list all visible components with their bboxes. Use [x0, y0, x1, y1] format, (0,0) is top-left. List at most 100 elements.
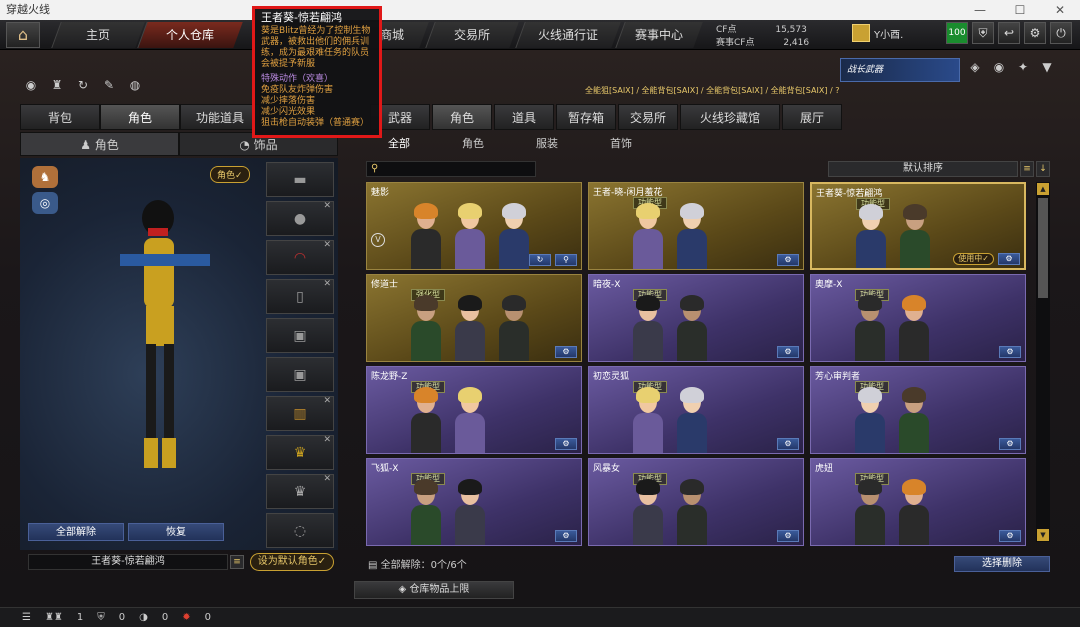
remove-icon[interactable]: ✕ [323, 395, 331, 407]
filter-role[interactable]: 角色 [436, 134, 510, 154]
settings-icon[interactable]: ⚙ [777, 438, 799, 450]
level-badge[interactable]: 100 [946, 22, 968, 44]
remove-icon[interactable]: ✕ [323, 434, 331, 446]
tab-storage[interactable]: 暂存箱 [556, 104, 616, 130]
refresh-icon[interactable]: ↻ [74, 78, 92, 96]
tab-trade[interactable]: 交易所 [425, 22, 519, 48]
settings-icon[interactable]: ⚙ [999, 438, 1021, 450]
exit-icon[interactable]: ↩ [998, 22, 1020, 44]
bottles-icon[interactable]: ♜♜ [45, 612, 63, 623]
slot-vest[interactable]: ▣ [266, 318, 334, 353]
gear-icon[interactable]: ⚙ [1024, 22, 1046, 44]
scroll-up-icon[interactable]: ▲ [1037, 183, 1049, 195]
character-card[interactable]: 暗夜-X功能型⚙ [588, 274, 804, 362]
slot-weapon[interactable]: ▬ [266, 162, 334, 197]
maximize-button[interactable]: ☐ [1000, 0, 1040, 20]
slot-ammo[interactable]: ▥ ✕ [266, 396, 334, 431]
tab-warehouse[interactable]: 个人仓库 [137, 22, 243, 48]
character-card[interactable]: 飞狐-X功能型⚙ [366, 458, 582, 546]
sort-direction-icon[interactable]: ↓ [1036, 161, 1050, 177]
settings-icon[interactable]: ⚙ [999, 530, 1021, 542]
filter-outfit[interactable]: 服装 [510, 134, 584, 154]
role-badge[interactable]: 角色✓ [210, 166, 250, 183]
subtab-character[interactable]: ♟ 角色 [20, 132, 179, 156]
remove-icon[interactable]: ✕ [323, 473, 331, 485]
list-view-icon[interactable]: ≡ [1020, 161, 1034, 177]
tab-backpack[interactable]: 背包 [20, 104, 100, 130]
tab-collection[interactable]: 火线珍藏馆 [680, 104, 780, 130]
user-profile[interactable]: Y小酉. [852, 24, 903, 42]
shield-icon[interactable]: ⛨ [972, 22, 994, 44]
slot-helmet[interactable]: ● ✕ [266, 201, 334, 236]
character-card[interactable]: 初恋灵狐功能型⚙ [588, 366, 804, 454]
scroll-thumb[interactable] [1038, 198, 1048, 298]
character-card[interactable]: 魅影 V ↻ ⚲ [366, 182, 582, 270]
star-icon[interactable]: ✦ [1014, 60, 1032, 78]
paint-icon[interactable]: ✎ [100, 78, 118, 96]
tab-events[interactable]: 赛事中心 [615, 22, 703, 48]
slot-armor[interactable]: ▣ [266, 357, 334, 392]
settings-icon[interactable]: ⚙ [555, 438, 577, 450]
character-card[interactable]: 陈龙野-Z功能型⚙ [366, 366, 582, 454]
grid-scrollbar[interactable]: ▲ ▼ [1036, 182, 1050, 542]
zoom-icon[interactable]: ⚲ [555, 254, 577, 266]
slot-pet2[interactable]: ♛ ✕ [266, 474, 334, 509]
tab-character[interactable]: 角色 [100, 104, 180, 130]
minimize-button[interactable]: — [960, 0, 1000, 20]
settings-icon[interactable]: ⚙ [555, 346, 577, 358]
menu-icon[interactable]: ☰ [22, 612, 31, 623]
character-card[interactable]: 虎妞功能型⚙ [810, 458, 1026, 546]
emblem-icon[interactable]: ◈ [966, 60, 984, 78]
slot-pet[interactable]: ♛ ✕ [266, 435, 334, 470]
character-card[interactable]: 奥摩-X功能型⚙ [810, 274, 1026, 362]
settings-icon[interactable]: ⚙ [777, 530, 799, 542]
tab-roles[interactable]: 角色 [432, 104, 492, 130]
filter-jewelry[interactable]: 首饰 [584, 134, 658, 154]
sort-select[interactable]: 默认排序 [828, 161, 1018, 177]
character-card[interactable]: 王者葵-惊若翩鸿功能型使用中✓⚙ [810, 182, 1026, 270]
select-delete-button[interactable]: 选择删除 [954, 556, 1050, 572]
slot-goggles[interactable]: ◠ ✕ [266, 240, 334, 275]
badge-icon[interactable]: ◉ [990, 60, 1008, 78]
character-card[interactable]: 芳心审判者功能型⚙ [810, 366, 1026, 454]
tab-home[interactable]: 主页 [51, 22, 145, 48]
swap-icon[interactable]: ↻ [529, 254, 551, 266]
settings-icon[interactable]: ⚙ [998, 253, 1020, 265]
settings-icon[interactable]: ⚙ [777, 254, 799, 266]
weapon-banner[interactable]: 战长武器 [840, 58, 960, 82]
character-card[interactable]: 风暴女功能型⚙ [588, 458, 804, 546]
slot-spray[interactable]: ◌ [266, 513, 334, 548]
bottle-icon[interactable]: ♜ [48, 78, 66, 96]
close-button[interactable]: ✕ [1040, 0, 1080, 20]
wing-icon[interactable]: ▼ [1038, 60, 1056, 78]
tab-gallery[interactable]: 展厅 [782, 104, 842, 130]
unequip-all-button[interactable]: 全部解除 [28, 523, 124, 541]
wolf-icon[interactable]: ♞ [32, 166, 58, 188]
list-icon[interactable]: ≡ [230, 555, 244, 569]
mask-icon[interactable]: ◎ [32, 192, 58, 214]
mouse-icon[interactable]: ◍ [126, 78, 144, 96]
character-card[interactable]: 修道士强化型⚙ [366, 274, 582, 362]
shield-status-icon[interactable]: ⛨ [97, 612, 105, 623]
slot-radio[interactable]: ▯ ✕ [266, 279, 334, 314]
power-icon[interactable]: ⏻ [1050, 22, 1072, 44]
scroll-down-icon[interactable]: ▼ [1037, 529, 1049, 541]
chat-icon[interactable]: ◑ [139, 612, 148, 623]
remove-icon[interactable]: ✕ [323, 200, 331, 212]
remove-icon[interactable]: ✕ [323, 278, 331, 290]
gift-icon[interactable]: ✹ [182, 612, 190, 623]
tab-props[interactable]: 道具 [494, 104, 554, 130]
home-icon[interactable]: ⌂ [6, 22, 40, 48]
toggle-off-icon[interactable]: ◉ [22, 78, 40, 96]
settings-icon[interactable]: ⚙ [777, 346, 799, 358]
settings-icon[interactable]: ⚙ [555, 530, 577, 542]
tab-pass[interactable]: 火线通行证 [515, 22, 621, 48]
restore-button[interactable]: 恢复 [128, 523, 224, 541]
set-default-button[interactable]: 设为默认角色✓ [250, 553, 334, 571]
warehouse-limit-button[interactable]: ◈ 仓库物品上限 [354, 581, 514, 599]
remove-icon[interactable]: ✕ [323, 239, 331, 251]
tab-items[interactable]: 功能道具 [180, 104, 260, 130]
tab-exchange[interactable]: 交易所 [618, 104, 678, 130]
character-card[interactable]: 王者-晓-闲月羞花功能型⚙ [588, 182, 804, 270]
settings-icon[interactable]: ⚙ [999, 346, 1021, 358]
